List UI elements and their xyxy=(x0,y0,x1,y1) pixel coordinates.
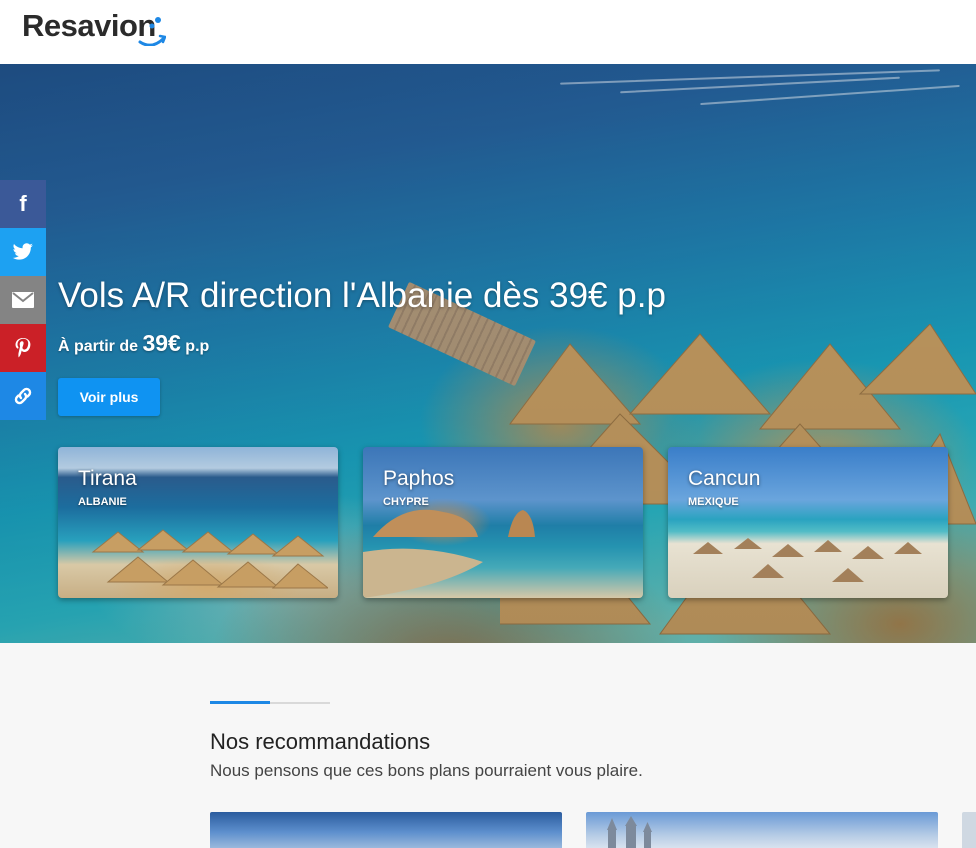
beach-image xyxy=(91,529,328,589)
voir-plus-button[interactable]: Voir plus xyxy=(58,378,160,416)
hero-price: 39€ xyxy=(142,330,181,356)
hero-title: Vols A/R direction l'Albanie dès 39€ p.p xyxy=(58,276,666,315)
link-icon xyxy=(14,387,32,405)
social-share-bar: f xyxy=(0,180,46,420)
destination-country: CHYPRE xyxy=(383,496,429,508)
logo-plane-icon xyxy=(138,17,166,46)
recommendation-card[interactable] xyxy=(962,812,976,848)
twitter-share-button[interactable] xyxy=(0,228,46,276)
destination-card-paphos[interactable]: Paphos CHYPRE xyxy=(363,447,643,598)
pinterest-share-button[interactable] xyxy=(0,324,46,372)
destination-card-cancun[interactable]: Cancun MEXIQUE xyxy=(668,447,948,598)
hero-subtitle: À partir de 39€ p.p xyxy=(58,330,209,357)
destination-country: ALBANIE xyxy=(78,496,127,508)
hero-banner: Vols A/R direction l'Albanie dès 39€ p.p… xyxy=(0,64,976,643)
destination-country: MEXIQUE xyxy=(688,496,739,508)
recommendation-card[interactable] xyxy=(210,812,562,848)
site-header: Resavion xyxy=(0,0,976,64)
recommendation-card[interactable] xyxy=(586,812,938,848)
facebook-icon: f xyxy=(19,191,27,216)
castle-image xyxy=(607,816,652,848)
destination-name: Tirana xyxy=(78,467,137,490)
mail-icon xyxy=(12,292,34,308)
hero-subtitle-suffix: p.p xyxy=(185,338,210,355)
destination-name: Paphos xyxy=(383,467,455,490)
pinterest-icon xyxy=(15,338,31,358)
section-title: Nos recommandations xyxy=(210,729,431,754)
copy-link-button[interactable] xyxy=(0,372,46,420)
email-share-button[interactable] xyxy=(0,276,46,324)
destination-name: Cancun xyxy=(688,467,761,490)
recommendations-section: Nos recommandations Nous pensons que ces… xyxy=(0,643,976,848)
hero-subtitle-prefix: À partir de xyxy=(58,338,139,355)
destination-card-tirana[interactable]: Tirana ALBANIE xyxy=(58,447,338,598)
section-divider xyxy=(210,701,330,704)
facebook-share-button[interactable]: f xyxy=(0,180,46,228)
twitter-icon xyxy=(12,243,33,260)
section-subtitle: Nous pensons que ces bons plans pourraie… xyxy=(210,761,643,780)
palapa-beach-image xyxy=(693,538,922,582)
